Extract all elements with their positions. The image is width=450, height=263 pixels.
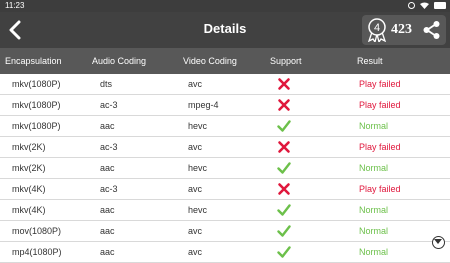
table-row[interactable]: mkv(2K) aac hevc Normal <box>0 158 450 179</box>
cell-audio-coding: ac-3 <box>100 184 118 194</box>
status-time: 11:23 <box>5 1 25 10</box>
cell-encapsulation: mkv(2K) <box>12 163 46 173</box>
cell-result: Play failed <box>359 142 401 152</box>
scroll-down-button[interactable] <box>432 236 445 249</box>
table-row[interactable]: mkv(4K) aac hevc Normal <box>0 200 450 221</box>
cell-audio-coding: aac <box>100 247 115 257</box>
green-check-icon <box>277 203 291 217</box>
cell-audio-coding: aac <box>100 226 115 236</box>
green-check-icon <box>277 224 291 238</box>
green-check-icon <box>277 119 291 133</box>
header-encapsulation: Encapsulation <box>5 56 62 66</box>
cell-audio-coding: ac-3 <box>100 142 118 152</box>
cell-result: Normal <box>359 205 389 215</box>
cell-video-coding: hevc <box>188 121 208 131</box>
red-cross-icon <box>277 140 291 154</box>
cell-video-coding: mpeg-4 <box>188 100 219 110</box>
cell-result: Normal <box>359 247 389 257</box>
cell-result: Normal <box>359 163 389 173</box>
table-row[interactable]: mkv(4K) ac-3 avc Play failed <box>0 179 450 200</box>
badge-digit: 4 <box>374 22 380 34</box>
cell-video-coding: avc <box>188 142 203 152</box>
table-row[interactable]: mov(1080P) aac avc Normal <box>0 221 450 242</box>
battery-icon <box>434 2 446 9</box>
score-badge: 4 423 <box>362 15 446 45</box>
share-button[interactable] <box>422 20 442 40</box>
cell-audio-coding: ac-3 <box>100 100 118 110</box>
cell-audio-coding: aac <box>100 205 115 215</box>
table-row[interactable]: mkv(1080P) ac-3 mpeg-4 Play failed <box>0 95 450 116</box>
status-icons <box>408 2 446 9</box>
cell-encapsulation: mov(1080P) <box>12 226 62 236</box>
app-bar: Details 4 423 <box>0 12 450 48</box>
table-row[interactable]: mkv(1080P) aac hevc Normal <box>0 116 450 137</box>
cell-video-coding: avc <box>188 226 203 236</box>
alarm-icon <box>408 2 415 9</box>
cell-encapsulation: mkv(1080P) <box>12 100 61 110</box>
header-video-coding: Video Coding <box>183 56 237 66</box>
header-support: Support <box>270 56 302 66</box>
table-row[interactable]: mkv(1080P) dts avc Play failed <box>0 74 450 95</box>
red-cross-icon <box>277 98 291 112</box>
red-cross-icon <box>277 77 291 91</box>
table-header: Encapsulation Audio Coding Video Coding … <box>0 48 450 74</box>
header-audio-coding: Audio Coding <box>92 56 147 66</box>
cell-video-coding: avc <box>188 79 203 89</box>
badge-count: 423 <box>391 22 412 37</box>
cell-result: Normal <box>359 121 389 131</box>
award-ribbon-icon: 4 <box>367 18 387 42</box>
green-check-icon <box>277 161 291 175</box>
cell-result: Play failed <box>359 184 401 194</box>
cell-audio-coding: dts <box>100 79 113 89</box>
cell-result: Play failed <box>359 100 401 110</box>
green-check-icon <box>277 245 291 259</box>
cell-result: Play failed <box>359 79 401 89</box>
share-icon <box>423 21 440 39</box>
wifi-icon <box>420 2 429 9</box>
cell-video-coding: avc <box>188 184 203 194</box>
table-row[interactable]: mkv(2K) ac-3 avc Play failed <box>0 137 450 158</box>
cell-encapsulation: mp4(1080P) <box>12 247 62 257</box>
cell-encapsulation: mkv(4K) <box>12 184 46 194</box>
table-body: mkv(1080P) dts avc Play failed mkv(1080P) ac-… <box>0 74 450 263</box>
status-bar: 11:23 <box>0 0 450 12</box>
cell-audio-coding: aac <box>100 163 115 173</box>
chevron-down-icon <box>434 239 442 244</box>
cell-encapsulation: mkv(1080P) <box>12 79 61 89</box>
cell-result: Normal <box>359 226 389 236</box>
cell-encapsulation: mkv(4K) <box>12 205 46 215</box>
cell-video-coding: hevc <box>188 205 208 215</box>
cell-encapsulation: mkv(1080P) <box>12 121 61 131</box>
cell-video-coding: avc <box>188 247 203 257</box>
cell-encapsulation: mkv(2K) <box>12 142 46 152</box>
red-cross-icon <box>277 182 291 196</box>
header-result: Result <box>357 56 383 66</box>
cell-audio-coding: aac <box>100 121 115 131</box>
cell-video-coding: hevc <box>188 163 208 173</box>
